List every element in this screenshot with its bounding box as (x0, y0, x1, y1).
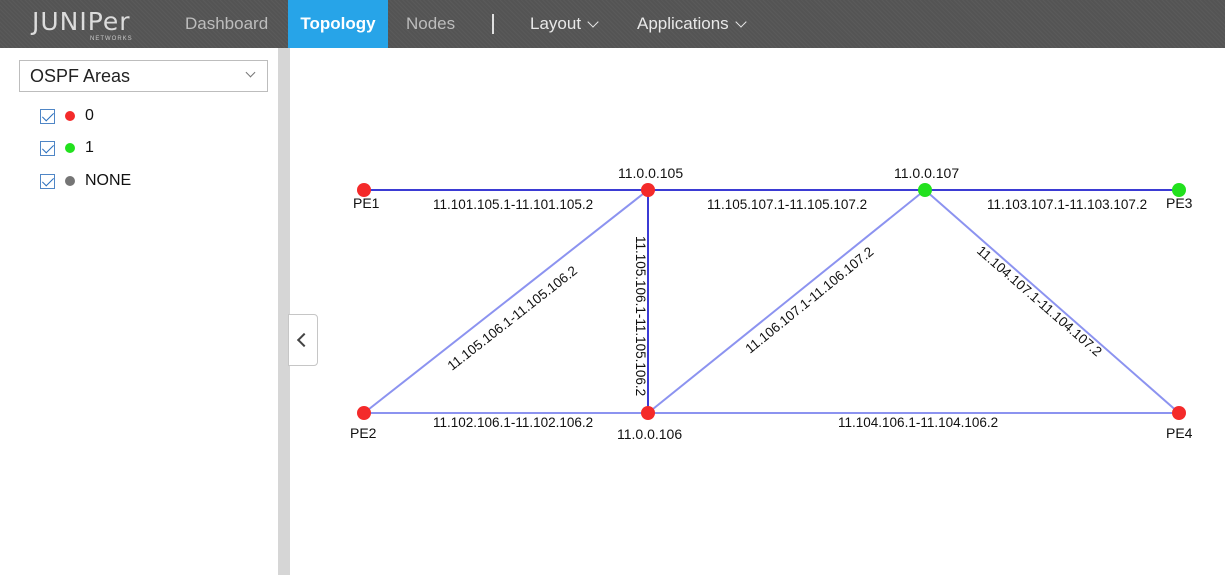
green-dot-icon (65, 143, 75, 153)
link-pe2-105[interactable] (363, 189, 649, 414)
panel-splitter[interactable] (278, 48, 290, 575)
link-label-pe2-106: 11.102.106.1-11.102.106.2 (433, 415, 593, 430)
node-11-0-0-105[interactable] (641, 183, 655, 197)
legend-label: 0 (85, 107, 94, 124)
legend-item-area-1: 1 (40, 138, 94, 158)
logo-subtitle: NETWORKS (90, 36, 133, 42)
logo-wordmark: JUNIPer (32, 7, 131, 36)
chevron-down-icon (587, 16, 599, 28)
node-label-pe2: PE2 (350, 425, 377, 441)
layer-select[interactable]: OSPF Areas (19, 60, 268, 92)
area-none-checkbox[interactable] (40, 173, 55, 189)
nav-layout-label: Layout (530, 14, 582, 33)
link-label-106-107: 11.106.107.1-11.106.107.2 (742, 244, 876, 356)
legend-label: 1 (85, 139, 94, 156)
nav-applications-menu[interactable]: Applications (637, 0, 747, 48)
area-0-checkbox[interactable] (40, 108, 55, 124)
nav-layout-menu[interactable]: Layout (530, 0, 599, 48)
node-pe2[interactable] (357, 406, 371, 420)
layer-select-value: OSPF Areas (30, 66, 131, 86)
nav-applications-label: Applications (637, 14, 729, 33)
node-label-pe1: PE1 (353, 195, 380, 211)
node-label-105: 11.0.0.105 (618, 165, 683, 181)
nav-nodes[interactable]: Nodes (406, 0, 455, 48)
link-label-106-pe4: 11.104.106.1-11.104.106.2 (838, 415, 998, 430)
link-label-105-107: 11.105.107.1-11.105.107.2 (707, 197, 867, 212)
node-label-pe3: PE3 (1166, 195, 1193, 211)
node-label-pe4: PE4 (1166, 425, 1193, 441)
chevron-down-icon (735, 16, 747, 28)
topology-canvas[interactable]: 11.101.105.1-11.101.105.2 11.105.107.1-1… (290, 48, 1225, 575)
link-label-105-106: 11.105.106.1-11.105.106.2 (633, 236, 648, 396)
node-pe4[interactable] (1172, 406, 1186, 420)
nav-separator (492, 14, 494, 34)
legend-label: NONE (85, 172, 132, 189)
link-label-pe2-105: 11.105.106.1-11.105.106.2 (445, 263, 580, 373)
link-label-107-pe3: 11.103.107.1-11.103.107.2 (987, 197, 1147, 212)
link-106-107[interactable] (647, 189, 926, 414)
link-label-107-pe4: 11.104.107.1-11.104.107.2 (974, 243, 1105, 359)
side-panel: OSPF Areas 0 1 NONE (0, 48, 278, 575)
link-label-pe1-105: 11.101.105.1-11.101.105.2 (433, 197, 593, 212)
legend-item-area-none: NONE (40, 171, 131, 191)
nav-dashboard[interactable]: Dashboard (185, 0, 268, 48)
node-11-0-0-106[interactable] (641, 406, 655, 420)
top-nav-bar: JUNIPer NETWORKS Dashboard Topology Node… (0, 0, 1225, 48)
red-dot-icon (65, 111, 75, 121)
juniper-logo[interactable]: JUNIPer NETWORKS (32, 7, 133, 43)
chevron-down-icon (245, 67, 256, 78)
nav-topology[interactable]: Topology (288, 0, 388, 48)
node-label-107: 11.0.0.107 (894, 165, 959, 181)
topology-graph[interactable]: 11.101.105.1-11.101.105.2 11.105.107.1-1… (290, 48, 1225, 575)
node-label-106: 11.0.0.106 (617, 426, 682, 442)
gray-dot-icon (65, 176, 75, 186)
legend-item-area-0: 0 (40, 106, 94, 126)
area-1-checkbox[interactable] (40, 140, 55, 156)
node-11-0-0-107[interactable] (918, 183, 932, 197)
